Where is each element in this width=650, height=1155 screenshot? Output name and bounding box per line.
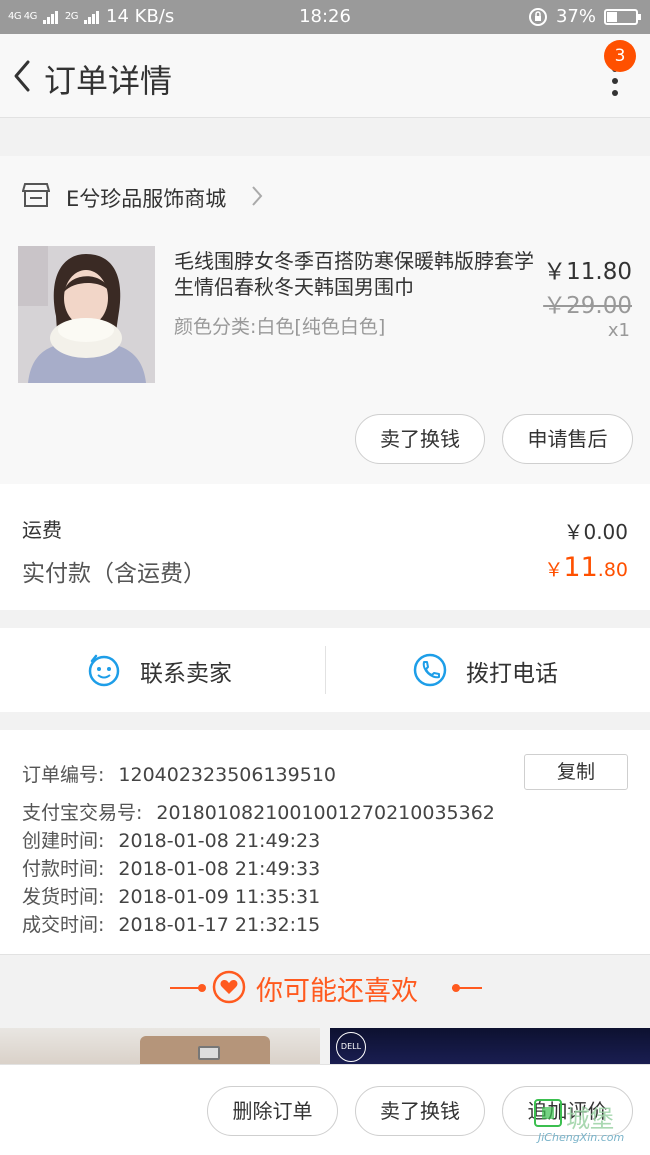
dell-logo: DELL <box>336 1032 366 1062</box>
status-bar: 4G 4G 2G 14 KB/s 18:26 37% <box>0 0 650 34</box>
watermark-sub: JiChengXin.com <box>538 1131 625 1144</box>
product-thumbnail[interactable] <box>18 246 155 383</box>
order-item[interactable]: 毛线围脖女冬季百搭防寒保暖韩版脖套学生情侣春秋冬天韩国男围巾 颜色分类:白色[纯… <box>0 236 650 484</box>
recommend-thumbs: DELL <box>0 1028 650 1068</box>
info-value: 2018-01-09 11:35:31 <box>118 886 321 908</box>
completed-time-row: 成交时间: 2018-01-17 21:32:15 <box>22 910 320 937</box>
shipping-label: 运费 <box>22 518 62 542</box>
product-price: ￥11.80 <box>543 259 632 285</box>
product-title[interactable]: 毛线围脖女冬季百搭防寒保暖韩版脖套学生情侣春秋冬天韩国男围巾 <box>174 248 534 300</box>
info-key: 支付宝交易号: <box>22 802 143 824</box>
status-right: 37% <box>528 6 641 27</box>
info-value: 2018-01-08 21:49:33 <box>118 858 321 880</box>
phone-icon <box>413 653 447 687</box>
info-value: 2018-01-08 21:49:23 <box>118 830 321 852</box>
chat-icon <box>88 654 120 687</box>
shop-icon <box>22 183 50 207</box>
paid-integer: 11 <box>563 552 598 583</box>
recommend-item-bag[interactable] <box>0 1028 320 1068</box>
rotation-lock-icon <box>528 7 547 26</box>
chevron-right-icon <box>252 186 263 206</box>
alipay-number-row: 支付宝交易号: 2018010821001001270210035362 <box>22 798 495 825</box>
heart-icon <box>212 970 246 1004</box>
info-key: 付款时间: <box>22 858 105 880</box>
product-variant: 颜色分类:白色[纯色白色] <box>174 316 386 338</box>
recommend-title: 你可能还喜欢 <box>256 976 418 1007</box>
call-phone-label: 拨打电话 <box>466 661 558 687</box>
nav-bar: 订单详情 3 <box>0 34 650 118</box>
watermark-text: 城堡 <box>566 1105 614 1133</box>
fee-summary: 运费 ￥0.00 实付款（含运费） ￥11.80 <box>0 484 650 610</box>
shop-name: E兮珍品服饰商城 <box>66 187 227 211</box>
product-quantity: x1 <box>607 320 630 341</box>
info-value: 2018010821001001270210035362 <box>156 802 495 824</box>
bottom-action-bar: 删除订单 卖了换钱 追加评价 城堡 JiChengXin.com <box>0 1064 650 1155</box>
watermark-logo: 城堡 JiChengXin.com <box>534 1099 644 1147</box>
recommend-header: 你可能还喜欢 <box>0 954 650 1018</box>
copy-button[interactable]: 复制 <box>524 754 628 790</box>
paid-decimal: .80 <box>597 559 628 581</box>
watermark-icon <box>534 1099 562 1127</box>
call-phone-button[interactable]: 拨打电话 <box>326 628 650 712</box>
recommend-dot-left <box>198 984 206 992</box>
resell-bottom-button[interactable]: 卖了换钱 <box>355 1086 485 1136</box>
bag-clasp <box>198 1046 220 1060</box>
info-key: 发货时间: <box>22 886 105 908</box>
shop-header[interactable]: E兮珍品服饰商城 <box>0 156 650 236</box>
paid-label: 实付款（含运费） <box>22 561 206 587</box>
contact-seller-button[interactable]: 联系卖家 <box>0 628 325 712</box>
contact-seller-label: 联系卖家 <box>140 661 232 687</box>
info-key: 成交时间: <box>22 914 105 936</box>
contact-bar: 联系卖家 拨打电话 <box>0 628 650 712</box>
order-info: 订单编号: 120402323506139510 复制 支付宝交易号: 201801… <box>0 730 650 954</box>
resell-button[interactable]: 卖了换钱 <box>355 414 485 464</box>
paid-amount: ￥11.80 <box>544 552 628 583</box>
created-time-row: 创建时间: 2018-01-08 21:49:23 <box>22 826 320 853</box>
page-title: 订单详情 <box>44 62 173 100</box>
info-value: 120402323506139510 <box>118 764 336 786</box>
paid-time-row: 付款时间: 2018-01-08 21:49:33 <box>22 854 320 881</box>
product-photo-icon <box>18 246 155 383</box>
recommend-line-left <box>170 987 200 989</box>
shipping-value: ￥0.00 <box>563 520 628 544</box>
battery-percent: 37% <box>555 6 596 27</box>
order-number-row: 订单编号: 120402323506139510 <box>22 760 336 787</box>
message-badge: 3 <box>604 40 636 72</box>
recommend-line-right <box>452 987 482 989</box>
battery-icon <box>604 8 641 25</box>
paid-currency: ￥ <box>544 559 564 581</box>
info-key: 订单编号: <box>22 764 105 786</box>
delete-order-button[interactable]: 删除订单 <box>207 1086 338 1136</box>
shipped-time-row: 发货时间: 2018-01-09 11:35:31 <box>22 882 320 909</box>
back-arrow-icon[interactable] <box>8 56 36 96</box>
after-sales-button[interactable]: 申请售后 <box>502 414 633 464</box>
info-key: 创建时间: <box>22 830 105 852</box>
info-value: 2018-01-17 21:32:15 <box>118 914 321 936</box>
recommend-item-dell[interactable]: DELL <box>330 1028 650 1068</box>
product-original-price: ￥29.00 <box>543 293 632 319</box>
